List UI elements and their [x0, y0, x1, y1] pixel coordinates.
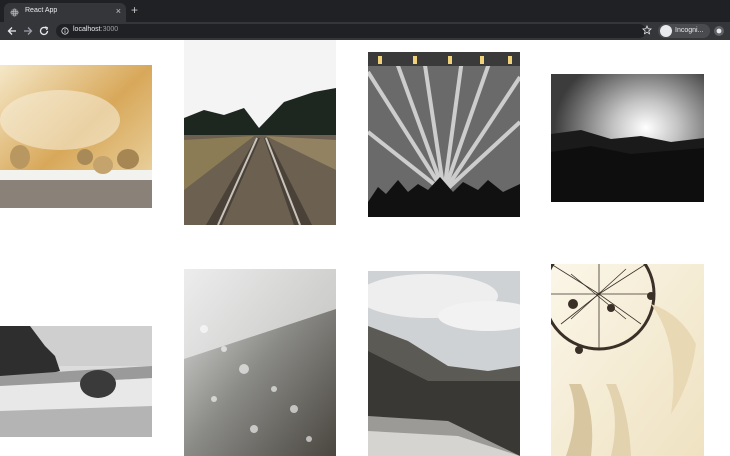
- mountain-road-image: [368, 271, 520, 456]
- arrow-left-icon[interactable]: [6, 25, 18, 37]
- seed-pods-image: [0, 65, 152, 208]
- droplets-image: [184, 269, 336, 456]
- new-tab-button[interactable]: +: [131, 3, 138, 17]
- url-host: localhost: [73, 26, 101, 33]
- incognito-icon: [660, 25, 672, 37]
- gallery-photo-coast[interactable]: [0, 326, 152, 437]
- arrow-right-icon[interactable]: [22, 25, 34, 37]
- tab-react-app[interactable]: React App ×: [4, 3, 126, 22]
- gallery-photo-seed-pods[interactable]: [0, 65, 152, 208]
- react-favicon-icon: [10, 8, 19, 17]
- tab-title: React App: [25, 7, 58, 14]
- extension-icon[interactable]: [713, 25, 725, 37]
- reload-icon[interactable]: [38, 25, 50, 37]
- url-port: :3000: [100, 26, 119, 33]
- profile-label: Incogni...: [675, 27, 704, 34]
- browser-toolbar: localhost:3000 Incogni...: [0, 22, 730, 40]
- star-icon[interactable]: [642, 25, 652, 35]
- info-icon[interactable]: [61, 27, 69, 35]
- tab-strip: React App × +: [0, 0, 730, 22]
- address-bar[interactable]: localhost:3000: [56, 24, 646, 38]
- gallery-photo-sunburst[interactable]: [551, 74, 704, 202]
- gallery-photo-concert[interactable]: [368, 52, 520, 217]
- url-text[interactable]: localhost:3000: [73, 26, 118, 33]
- gallery-photo-railroad[interactable]: [184, 40, 336, 225]
- gallery-photo-droplets[interactable]: [184, 269, 336, 456]
- sunburst-image: [551, 74, 704, 202]
- tab-close-icon[interactable]: ×: [116, 6, 121, 16]
- concert-image: [368, 52, 520, 217]
- gallery-photo-dreamcatcher[interactable]: [551, 264, 704, 456]
- dreamcatcher-image: [551, 264, 704, 456]
- coast-image: [0, 326, 152, 437]
- gallery-photo-mountain-road[interactable]: [368, 271, 520, 456]
- profile-button[interactable]: Incogni...: [658, 24, 710, 38]
- railroad-image: [184, 40, 336, 225]
